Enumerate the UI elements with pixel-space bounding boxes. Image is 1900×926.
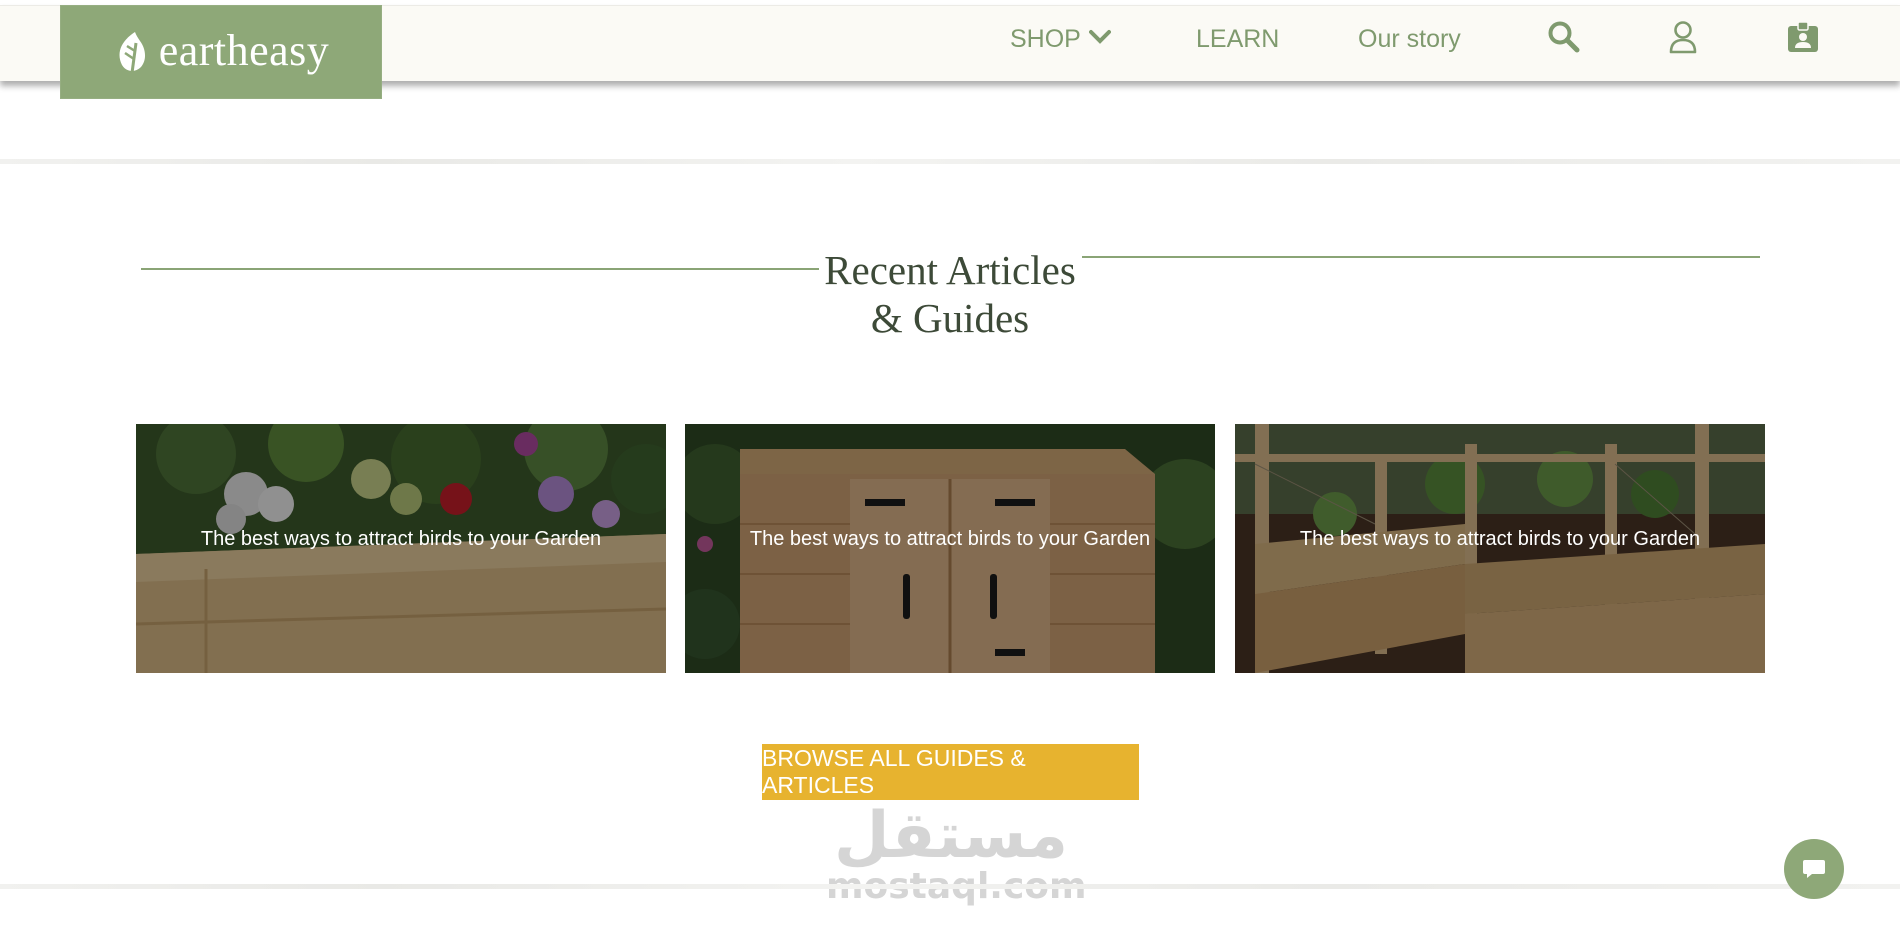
article-card[interactable]: The best ways to attract birds to your G… xyxy=(685,424,1215,673)
article-title: The best ways to attract birds to your G… xyxy=(749,528,1151,550)
brand-logo[interactable]: eartheasy xyxy=(60,5,382,99)
watermark-arabic: مستقل xyxy=(833,799,1069,873)
leaf-icon xyxy=(119,32,145,74)
section-divider-top xyxy=(0,159,1900,164)
section-title-line-2: & Guides xyxy=(870,295,1030,341)
heading-rule-left xyxy=(141,268,819,270)
chevron-down-icon xyxy=(1088,29,1111,44)
heading-rule-right xyxy=(1082,256,1760,258)
section-divider-bottom xyxy=(0,884,1900,889)
section-title: Recent Articles & Guides xyxy=(790,246,1110,342)
nav-shop-label: SHOP xyxy=(1010,25,1081,53)
nav-learn[interactable]: LEARN xyxy=(1196,25,1279,54)
account-card-icon[interactable] xyxy=(1786,20,1820,54)
article-card[interactable]: The best ways to attract birds to your G… xyxy=(136,424,666,673)
browse-all-guides-button[interactable]: BROWSE ALL GUIDES & ARTICLES xyxy=(762,744,1139,800)
brand-name: eartheasy xyxy=(158,25,330,75)
article-card[interactable]: The best ways to attract birds to your G… xyxy=(1235,424,1765,673)
section-title-line-1: Recent Articles xyxy=(824,247,1076,293)
chat-button[interactable] xyxy=(1784,839,1844,899)
nav-learn-label: LEARN xyxy=(1196,25,1280,53)
nav-shop[interactable]: SHOP xyxy=(1010,25,1111,54)
article-title: The best ways to attract birds to your G… xyxy=(1299,528,1701,550)
nav-our-story[interactable]: Our story xyxy=(1358,25,1461,54)
article-title: The best ways to attract birds to your G… xyxy=(200,528,602,550)
user-icon[interactable] xyxy=(1668,20,1698,54)
search-icon[interactable] xyxy=(1547,20,1581,54)
chat-bubble-icon xyxy=(1803,860,1825,878)
nav-our-story-label: Our story xyxy=(1358,25,1461,53)
